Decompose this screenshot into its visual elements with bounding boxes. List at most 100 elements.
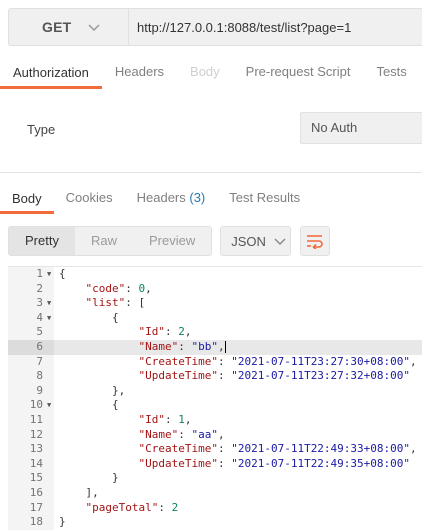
code-line: 8 "UpdateTime": "2021-07-11T23:27:32+08:… — [8, 369, 422, 384]
url-text: http://127.0.0.1:8088/test/list?page=1 — [137, 19, 352, 35]
tab-authorization[interactable]: Authorization — [0, 55, 102, 89]
fold-arrow-icon[interactable]: ▼ — [47, 267, 51, 282]
code-text: }, — [111, 383, 126, 397]
line-number: 7 — [36, 354, 43, 368]
response-tab-headers[interactable]: Headers (3) — [125, 181, 218, 215]
response-tab-label: Headers — [136, 190, 186, 205]
line-number: 9 — [36, 383, 43, 397]
response-tab-label: Cookies — [65, 190, 113, 205]
line-number: 1 — [36, 267, 43, 280]
tab-pre-request-script[interactable]: Pre-request Script — [233, 54, 364, 90]
line-gutter: 1 ▼ — [8, 267, 54, 282]
response-tab-body[interactable]: Body — [0, 182, 54, 214]
fold-arrow-icon[interactable]: ▼ — [47, 311, 51, 326]
code-line: 18} — [8, 515, 422, 530]
line-gutter: 3 ▼ — [8, 296, 54, 311]
line-number: 11 — [29, 412, 43, 426]
line-gutter: 8 — [8, 369, 54, 384]
line-gutter: 16 — [8, 485, 54, 501]
line-number: 15 — [29, 471, 43, 485]
view-raw-button[interactable]: Raw — [75, 227, 133, 255]
view-preview-button[interactable]: Preview — [133, 227, 211, 255]
auth-type-label: Type — [27, 122, 56, 137]
code-text: "code": 0, — [85, 281, 152, 295]
code-text: } — [111, 471, 119, 485]
response-tab-label: Test Results — [229, 190, 301, 205]
code-line: 7 "CreateTime": "2021-07-11T23:27:30+08:… — [8, 354, 422, 370]
line-number: 10 — [29, 398, 43, 412]
response-tab-label: Body — [12, 191, 42, 206]
code-text: "CreateTime": "2021-07-11T22:49:33+08:00… — [138, 442, 417, 456]
view-pretty-button[interactable]: Pretty — [9, 227, 75, 255]
fold-arrow-icon[interactable]: ▼ — [47, 398, 51, 413]
code-line: 1 ▼{ — [8, 267, 422, 282]
line-number: 12 — [29, 427, 43, 441]
line-gutter: 5 — [8, 325, 54, 340]
format-label: JSON — [231, 233, 266, 249]
wrap-lines-icon — [307, 235, 323, 249]
code-line: 13 "CreateTime": "2021-07-11T22:49:33+08… — [8, 442, 422, 457]
response-tab-count: (3) — [189, 190, 206, 205]
line-gutter: 9 — [8, 383, 54, 399]
code-line: 5 "Id": 2, — [8, 325, 422, 340]
code-text: "list": [ — [85, 296, 146, 310]
line-number: 4 — [36, 310, 43, 324]
code-text: "UpdateTime": "2021-07-11T23:27:32+08:00… — [138, 369, 411, 383]
code-text: { — [111, 310, 119, 324]
line-gutter: 7 — [8, 354, 54, 370]
code-text: ], — [85, 485, 99, 499]
auth-type-row: Type No Auth — [0, 112, 422, 148]
tab-headers[interactable]: Headers — [102, 54, 177, 90]
line-gutter: 12 — [8, 427, 54, 443]
code-text: "CreateTime": "2021-07-11T23:27:30+08:00… — [138, 354, 417, 368]
line-number: 2 — [36, 281, 43, 295]
tab-body: Body — [190, 64, 220, 79]
fold-arrow-icon[interactable]: ▼ — [47, 296, 51, 311]
code-text: "pageTotal": 2 — [85, 500, 179, 514]
code-line: 4 ▼ { — [8, 310, 422, 326]
line-number: 8 — [36, 369, 43, 383]
code-line: 12 "Name": "aa", — [8, 427, 422, 443]
code-line: 17 "pageTotal": 2 — [8, 500, 422, 516]
url-input[interactable]: http://127.0.0.1:8088/test/list?page=1 — [128, 8, 422, 46]
text-cursor — [224, 340, 226, 353]
view-mode-group: Pretty Raw Preview — [8, 226, 213, 256]
line-gutter: 10 ▼ — [8, 398, 54, 413]
line-number: 3 — [36, 296, 43, 310]
method-select[interactable]: GET — [8, 8, 128, 46]
code-text: { — [111, 398, 119, 412]
code-line: 3 ▼ "list": [ — [8, 296, 422, 311]
response-body-editor[interactable]: 1 ▼{2 "code": 0, 3 ▼ "list": [4 ▼ {5 "Id": 2… — [8, 266, 422, 530]
line-number: 18 — [29, 515, 43, 529]
line-gutter: 15 — [8, 471, 54, 486]
line-gutter: 4 ▼ — [8, 310, 54, 326]
code-line: 14 "UpdateTime": "2021-07-11T22:49:35+08… — [8, 456, 422, 472]
format-select[interactable]: JSON — [220, 226, 292, 256]
line-gutter: 18 — [8, 515, 54, 530]
response-tabs: Body Cookies Headers (3) Test Results — [0, 181, 422, 215]
wrap-lines-button[interactable] — [300, 226, 331, 256]
code-line: 10 ▼ { — [8, 398, 422, 413]
request-tabs: Authorization Headers Body Pre-request Scri… — [0, 54, 422, 90]
response-tab-test-results[interactable]: Test Results — [217, 181, 312, 215]
code-text: } — [59, 515, 66, 529]
response-view-toolbar: Pretty Raw Preview JSON — [8, 226, 331, 256]
request-bar: GET http://127.0.0.1:8088/test/list?page… — [8, 8, 422, 46]
code-text: "UpdateTime": "2021-07-11T22:49:35+08:00… — [138, 456, 411, 470]
line-gutter: 2 — [8, 281, 54, 297]
response-tab-cookies[interactable]: Cookies — [54, 181, 125, 215]
line-number: 16 — [29, 485, 43, 499]
line-number: 13 — [29, 442, 43, 456]
code-line: 16 ], — [8, 485, 422, 501]
line-gutter: 6 — [8, 339, 54, 355]
tab-tests[interactable]: Tests — [363, 54, 419, 90]
code-text: "Name": "bb", — [138, 339, 226, 353]
auth-type-select[interactable]: No Auth — [300, 112, 422, 144]
method-label: GET — [42, 19, 72, 35]
code-text: "Name": "aa", — [138, 427, 225, 441]
code-line: 15 } — [8, 471, 422, 486]
code-text: { — [59, 267, 66, 280]
code-line: 6 "Name": "bb", — [8, 339, 422, 355]
line-number: 14 — [29, 456, 43, 470]
chevron-down-icon — [274, 238, 286, 245]
